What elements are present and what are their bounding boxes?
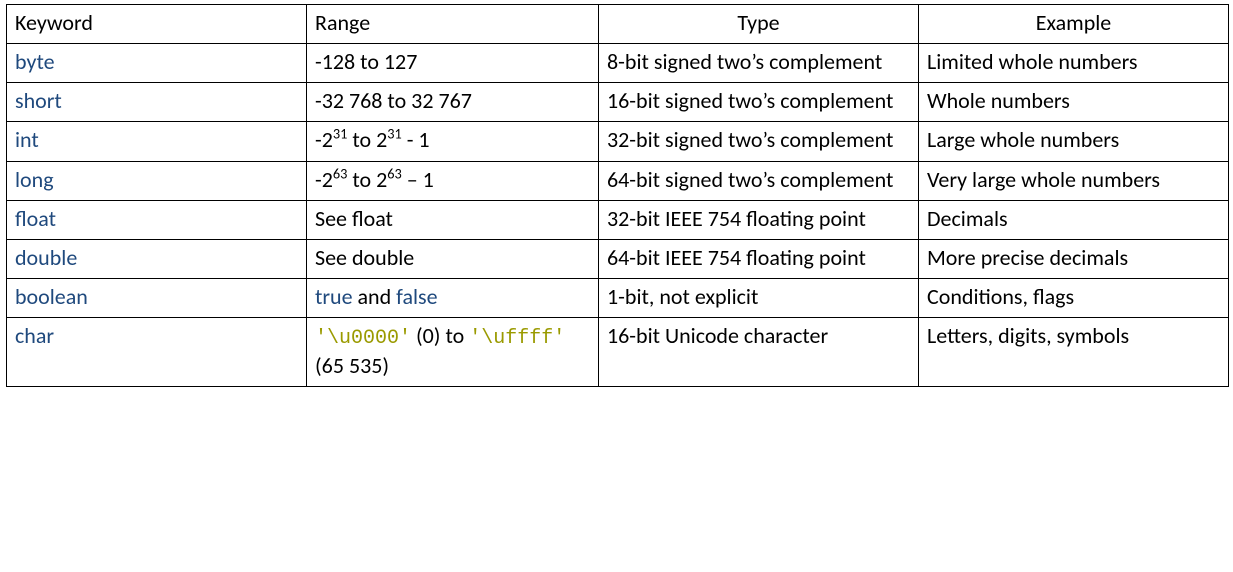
cell-example: Very large whole numbers bbox=[919, 161, 1229, 200]
cell-keyword: short bbox=[7, 83, 307, 122]
table-row: int -231 to 231 - 1 32-bit signed two’s … bbox=[7, 122, 1229, 161]
keyword-text: float bbox=[15, 205, 56, 232]
cell-type: 32-bit signed two’s complement bbox=[599, 122, 919, 161]
cell-example: Whole numbers bbox=[919, 83, 1229, 122]
cell-keyword: byte bbox=[7, 44, 307, 83]
keyword-text: int bbox=[15, 126, 39, 153]
table-row: long -263 to 263 – 1 64-bit signed two’s… bbox=[7, 161, 1229, 200]
cell-range: -231 to 231 - 1 bbox=[307, 122, 599, 161]
cell-example: Letters, digits, symbols bbox=[919, 318, 1229, 387]
table-row: char '\u0000' (0) to '\uffff' (65 535) 1… bbox=[7, 318, 1229, 387]
table-row: boolean true and false 1-bit, not explic… bbox=[7, 279, 1229, 318]
table-row: float See float 32-bit IEEE 754 floating… bbox=[7, 200, 1229, 239]
keyword-text: byte bbox=[15, 48, 55, 75]
cell-keyword: float bbox=[7, 200, 307, 239]
cell-example: More precise decimals bbox=[919, 239, 1229, 278]
header-example: Example bbox=[919, 5, 1229, 44]
cell-type: 64-bit signed two’s complement bbox=[599, 161, 919, 200]
cell-range: true and false bbox=[307, 279, 599, 318]
cell-range: -32 768 to 32 767 bbox=[307, 83, 599, 122]
keyword-text: boolean bbox=[15, 283, 88, 310]
cell-type: 16-bit Unicode character bbox=[599, 318, 919, 387]
cell-example: Conditions, flags bbox=[919, 279, 1229, 318]
header-range: Range bbox=[307, 5, 599, 44]
data-types-table: Keyword Range Type Example byte -128 to … bbox=[6, 4, 1229, 387]
table-row: short -32 768 to 32 767 16-bit signed tw… bbox=[7, 83, 1229, 122]
cell-keyword: char bbox=[7, 318, 307, 387]
keyword-text: char bbox=[15, 322, 54, 349]
cell-range: -263 to 263 – 1 bbox=[307, 161, 599, 200]
cell-range: -128 to 127 bbox=[307, 44, 599, 83]
cell-keyword: boolean bbox=[7, 279, 307, 318]
cell-type: 64-bit IEEE 754 floating point bbox=[599, 239, 919, 278]
cell-type: 8-bit signed two’s complement bbox=[599, 44, 919, 83]
header-type: Type bbox=[599, 5, 919, 44]
cell-keyword: double bbox=[7, 239, 307, 278]
table-row: double See double 64-bit IEEE 754 floati… bbox=[7, 239, 1229, 278]
cell-type: 1-bit, not explicit bbox=[599, 279, 919, 318]
table-header-row: Keyword Range Type Example bbox=[7, 5, 1229, 44]
cell-example: Limited whole numbers bbox=[919, 44, 1229, 83]
cell-example: Large whole numbers bbox=[919, 122, 1229, 161]
cell-keyword: int bbox=[7, 122, 307, 161]
header-keyword: Keyword bbox=[7, 5, 307, 44]
table-row: byte -128 to 127 8-bit signed two’s comp… bbox=[7, 44, 1229, 83]
keyword-text: short bbox=[15, 87, 62, 114]
cell-example: Decimals bbox=[919, 200, 1229, 239]
cell-range: See float bbox=[307, 200, 599, 239]
cell-type: 16-bit signed two’s complement bbox=[599, 83, 919, 122]
cell-keyword: long bbox=[7, 161, 307, 200]
keyword-text: double bbox=[15, 244, 77, 271]
cell-range: '\u0000' (0) to '\uffff' (65 535) bbox=[307, 318, 599, 387]
cell-type: 32-bit IEEE 754 floating point bbox=[599, 200, 919, 239]
keyword-text: long bbox=[15, 166, 54, 193]
cell-range: See double bbox=[307, 239, 599, 278]
